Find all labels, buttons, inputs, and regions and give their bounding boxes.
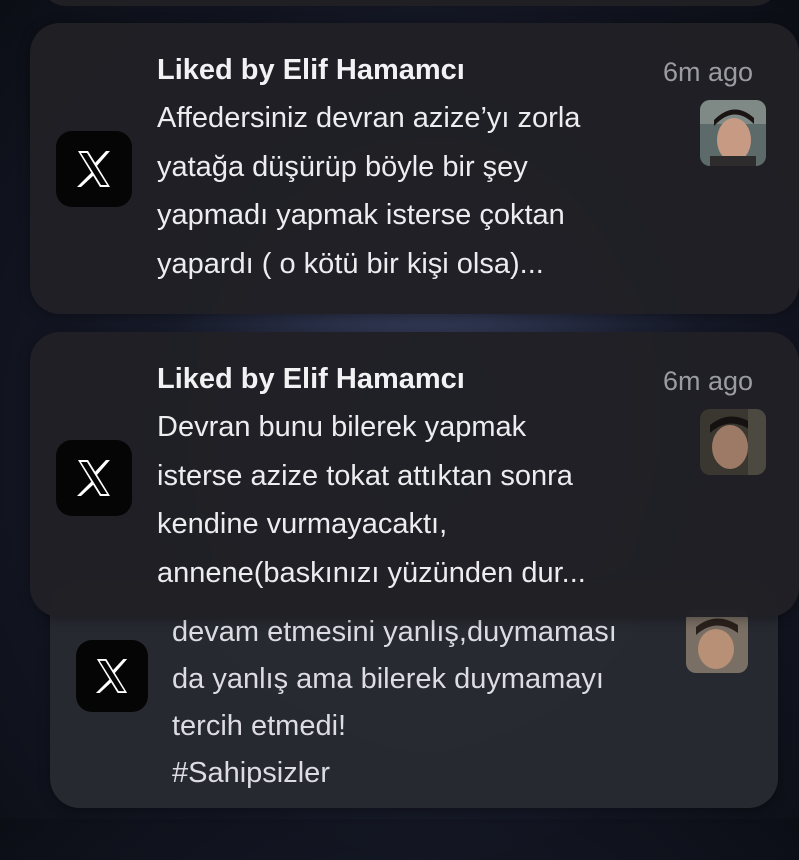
previous-notification-edge bbox=[40, 0, 780, 6]
notification-body: Affedersiniz devran azize’yı zorla yatağ… bbox=[157, 102, 581, 280]
notification-title: Liked by Elif Hamamcı bbox=[157, 363, 465, 395]
notification-card[interactable]: Liked by Elif Hamamcı 6m ago Affedersini… bbox=[30, 23, 799, 314]
notification-body: Devran bunu bilerek yapmak isterse azize… bbox=[157, 411, 586, 589]
avatar-photo bbox=[700, 409, 766, 475]
notification-card[interactable]: Liked by Elif Hamamcı 6m ago Devran bunu… bbox=[30, 332, 799, 617]
x-logo-icon bbox=[56, 440, 132, 516]
avatar-photo bbox=[700, 100, 766, 166]
notification-body: devam etmesini yanlış,duymaması da yanlı… bbox=[172, 616, 617, 789]
avatar-photo bbox=[686, 609, 748, 673]
x-logo-icon bbox=[56, 131, 132, 207]
x-logo-icon bbox=[76, 640, 148, 712]
notification-time: 6m ago bbox=[663, 366, 754, 396]
notification-title: Liked by Elif Hamamcı bbox=[157, 54, 465, 86]
notification-time: 6m ago bbox=[663, 57, 754, 87]
